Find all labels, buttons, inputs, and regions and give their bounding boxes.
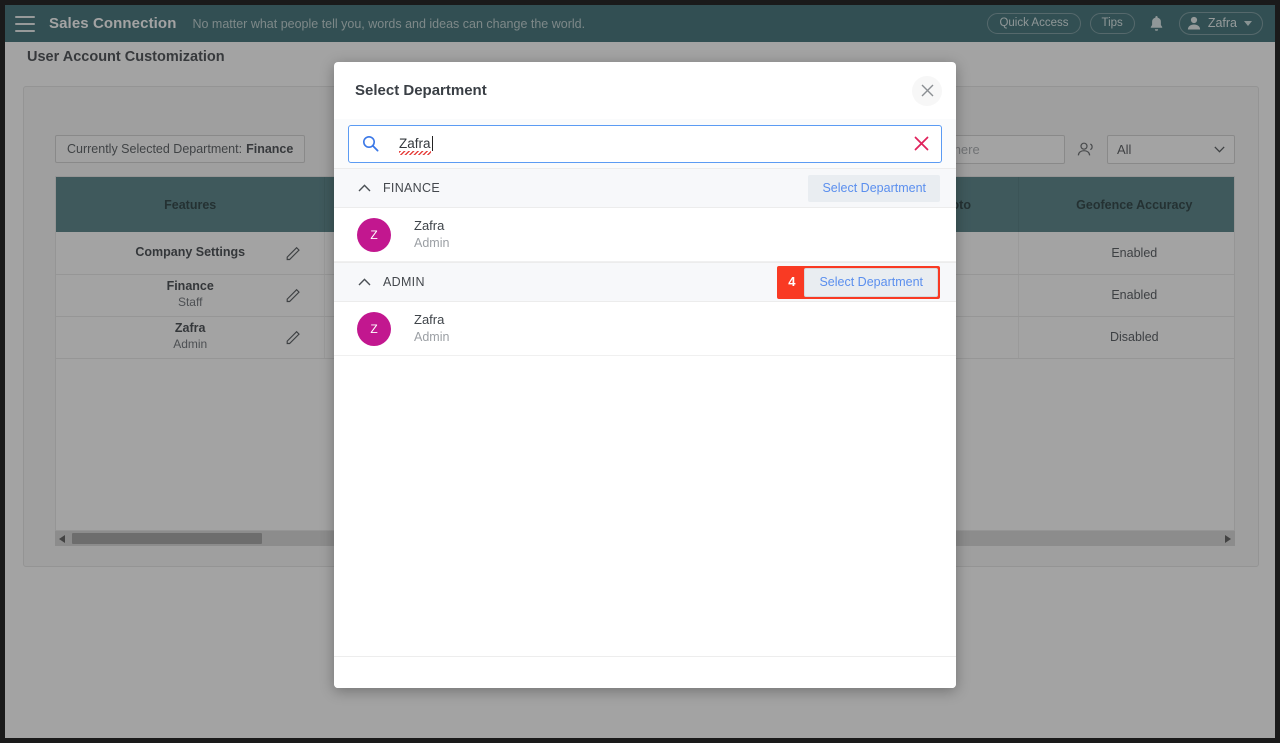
user-meta: Zafra Admin	[414, 311, 449, 345]
modal-footer	[334, 656, 956, 688]
user-meta: Zafra Admin	[414, 217, 449, 251]
department-group-finance: FINANCE Select Department	[334, 168, 956, 208]
chevron-up-icon[interactable]	[357, 181, 372, 196]
list-item[interactable]: Z Zafra Admin	[334, 302, 956, 356]
department-group-admin: ADMIN 4 Select Department	[334, 262, 956, 302]
user-role: Admin	[414, 235, 450, 250]
step-badge: 4	[788, 274, 796, 289]
department-search-value: Zafra	[399, 136, 431, 155]
modal-header: Select Department	[334, 62, 956, 119]
department-group-name: ADMIN	[383, 275, 425, 289]
app-window: Sales Connection No matter what people t…	[0, 0, 1280, 743]
avatar: Z	[357, 311, 391, 346]
select-department-modal: Select Department Zafra FINANCE Select D…	[334, 62, 956, 688]
modal-search-row: Zafra	[334, 119, 956, 168]
highlight-annotation: 4 Select Department	[777, 265, 940, 299]
user-name: Zafra	[414, 218, 445, 234]
select-department-button-finance[interactable]: Select Department	[808, 174, 940, 202]
text-cursor	[431, 136, 433, 151]
list-item[interactable]: Z Zafra Admin	[334, 208, 956, 262]
modal-title: Select Department	[355, 82, 487, 99]
chevron-up-icon[interactable]	[357, 275, 372, 290]
search-icon	[363, 136, 379, 152]
department-search-input[interactable]: Zafra	[348, 124, 942, 163]
close-icon[interactable]	[912, 75, 942, 106]
user-name: Zafra	[414, 312, 445, 328]
department-group-name: FINANCE	[383, 181, 440, 195]
select-department-button-admin[interactable]: Select Department	[804, 267, 938, 297]
department-list: FINANCE Select Department Z Zafra Admin …	[334, 168, 956, 656]
clear-x-icon[interactable]	[914, 136, 929, 151]
user-role: Admin	[414, 329, 450, 344]
avatar: Z	[357, 217, 391, 252]
